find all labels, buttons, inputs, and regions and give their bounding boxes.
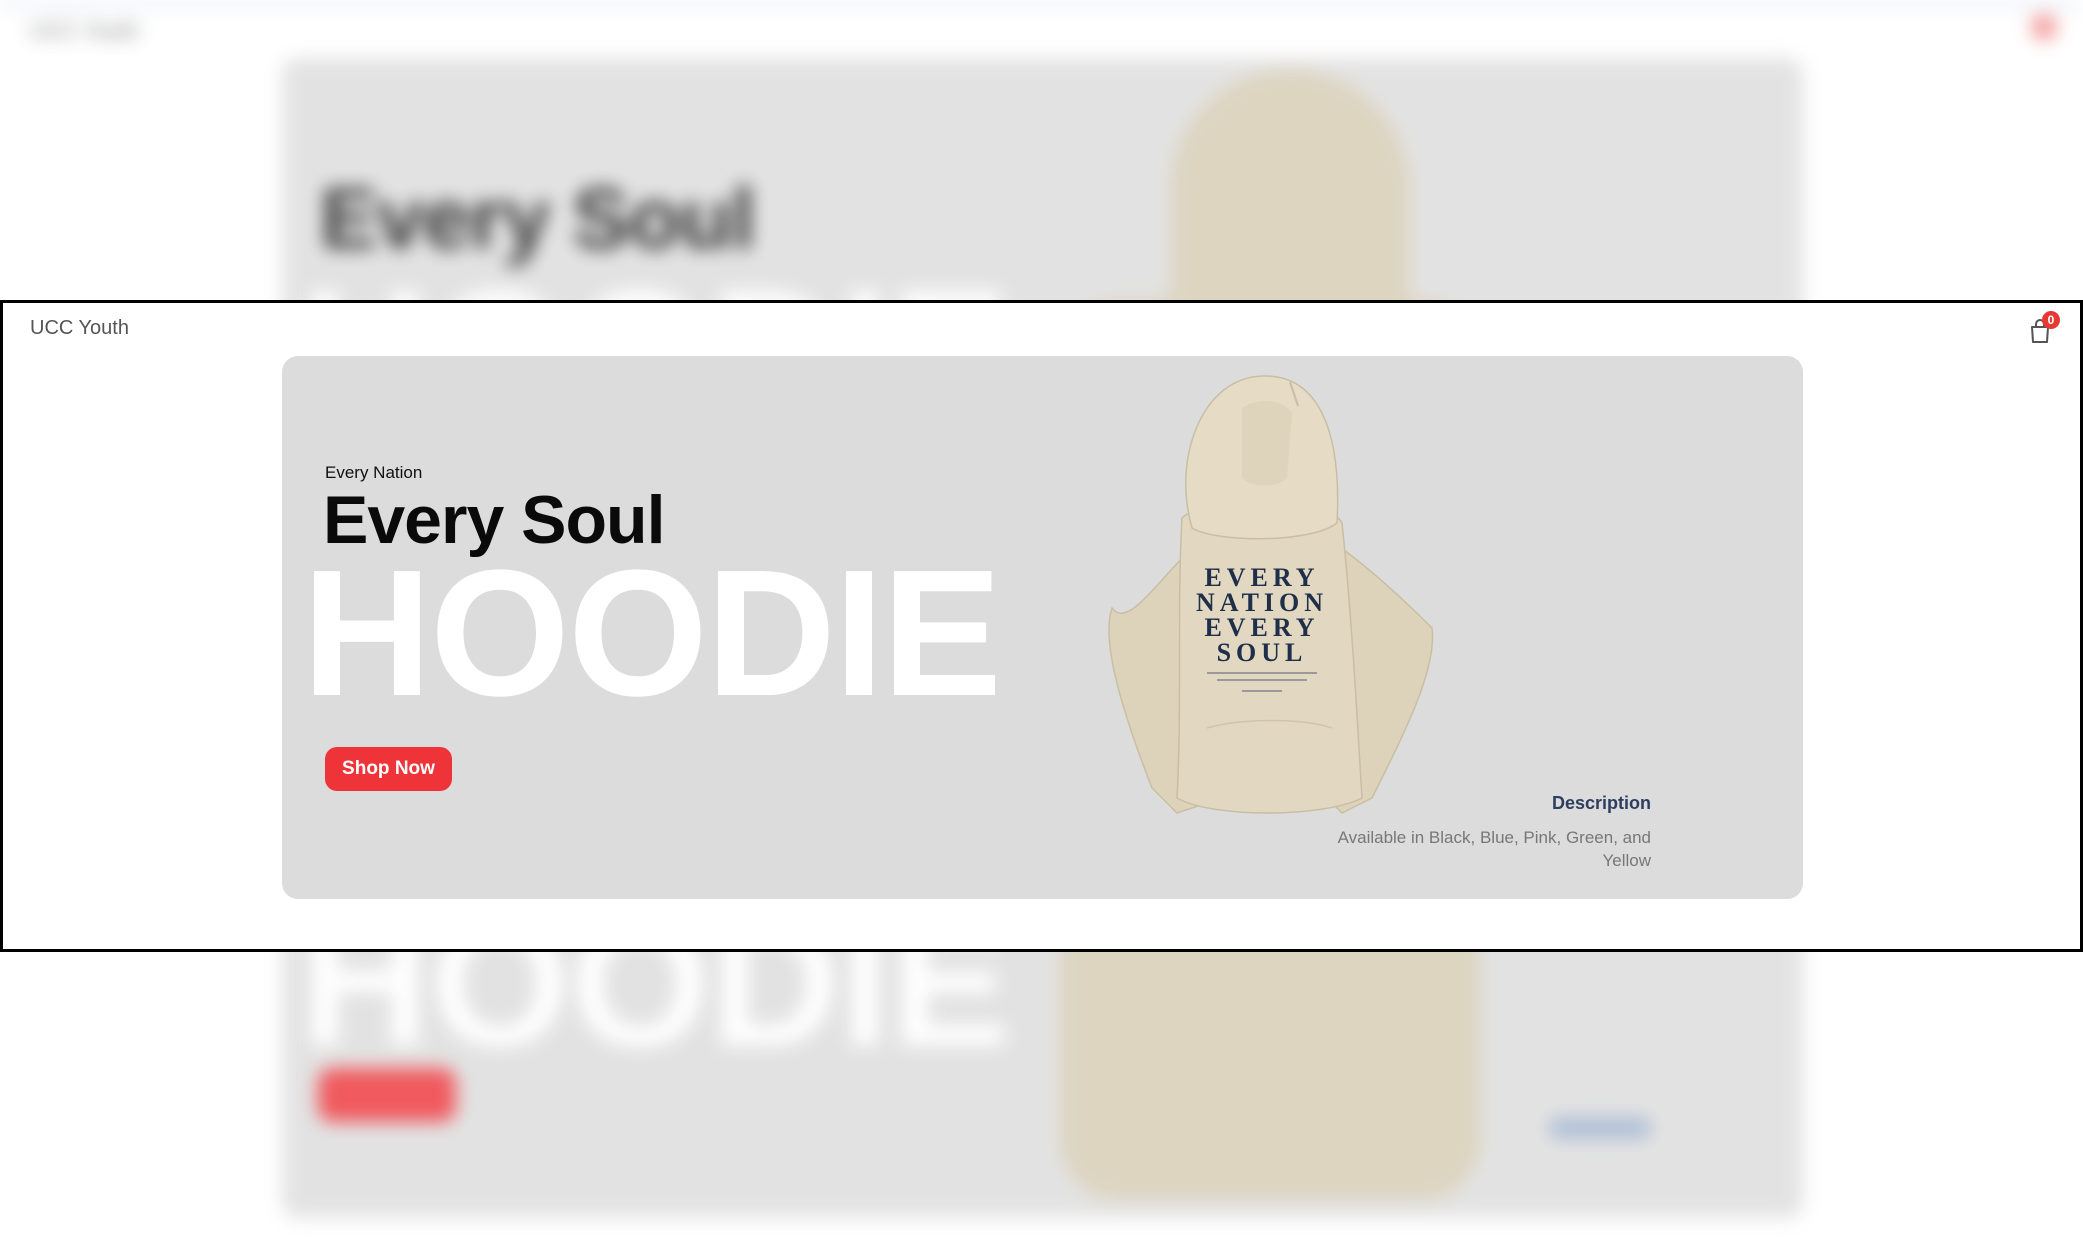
shop-now-button[interactable]: Shop Now xyxy=(325,747,452,791)
bg-brand: UCC Youth xyxy=(30,18,139,43)
hoodie-print-line4: SOUL xyxy=(1217,638,1308,667)
focused-window: UCC Youth 0 Every Nation Every Soul HOOD… xyxy=(0,300,2083,952)
cart-button[interactable]: 0 xyxy=(2026,311,2060,345)
page: UCC Youth Every Soul HOODIE HOODIE UCC Y… xyxy=(0,0,2083,1250)
hero-banner: Every Nation Every Soul HOODIE Shop Now … xyxy=(282,356,1803,899)
hoodie-product-image[interactable]: EVERY NATION EVERY SOUL xyxy=(1042,368,1462,818)
bg-shop-button xyxy=(318,1068,456,1122)
bg-description xyxy=(1550,1118,1650,1138)
bg-hoodie-hood xyxy=(1170,70,1410,330)
bg-top-bar xyxy=(0,0,2083,8)
bg-cart-badge xyxy=(2031,14,2057,40)
hero-kicker: Every Nation xyxy=(325,463,423,482)
description-text: Available in Black, Blue, Pink, Green, a… xyxy=(1337,828,1651,870)
brand-name[interactable]: UCC Youth xyxy=(30,317,129,340)
description-title: Description xyxy=(1551,793,1651,813)
hero-giant-text: HOODIE xyxy=(302,533,1002,734)
cart-count-badge: 0 xyxy=(2042,311,2060,329)
